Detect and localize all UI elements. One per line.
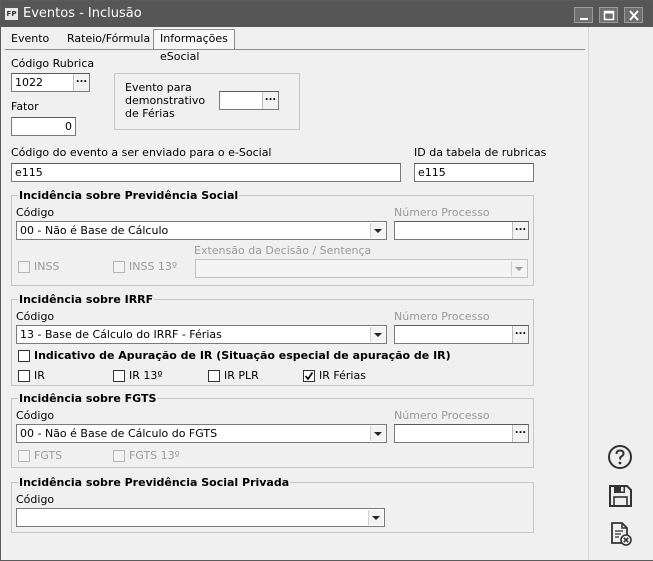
evento-ferias-label-3: de Férias [125, 107, 175, 120]
irrf-codigo-value: 13 - Base de Cálculo do IRRF - Férias [20, 328, 222, 341]
previdencia-title: Incidência sobre Previdência Social [18, 189, 240, 202]
irrf-numero-processo-lookup-button[interactable]: ... [512, 326, 528, 343]
fgts-checkbox[interactable]: FGTS [18, 449, 88, 463]
inss-checkbox[interactable]: INSS [18, 260, 88, 274]
ir-label: IR [34, 369, 45, 382]
evento-ferias-field[interactable]: ... [219, 91, 279, 110]
ir-checkbox[interactable]: IR [18, 369, 78, 383]
previdencia-privada-codigo-label: Código [16, 493, 55, 506]
irferias-checkbox-box[interactable] [303, 370, 315, 382]
codigo-esocial-label: Código do evento a ser enviado para o e-… [11, 146, 272, 159]
tab-informacoes-esocial[interactable]: Informações eSocial [153, 29, 235, 63]
irrf-codigo-label: Código [16, 310, 55, 323]
evento-ferias-lookup-button[interactable]: ... [262, 92, 278, 109]
fgts-codigo-select[interactable]: 00 - Não é Base de Cálculo do FGTS [16, 424, 387, 443]
fgts-numero-processo-field[interactable]: ... [394, 424, 529, 443]
tab-evento[interactable]: Evento [5, 30, 55, 50]
chevron-down-icon[interactable] [370, 223, 385, 238]
inss13-checkbox-box[interactable] [113, 261, 125, 273]
fator-field[interactable]: 0 [11, 117, 76, 136]
window: FP Eventos - Inclusão Evento Rateio/Fórm… [0, 0, 653, 561]
chevron-down-icon[interactable] [368, 510, 383, 525]
app-icon: FP [5, 8, 18, 20]
ir13-checkbox[interactable]: IR 13º [113, 369, 183, 383]
maximize-button[interactable] [599, 7, 618, 23]
inss13-checkbox[interactable]: INSS 13º [113, 260, 193, 274]
previdencia-privada-codigo-select[interactable] [16, 508, 385, 527]
chevron-down-icon[interactable] [370, 426, 385, 441]
chevron-down-icon[interactable] [370, 327, 385, 342]
irferias-label: IR Férias [319, 369, 366, 382]
previdencia-numero-processo-field[interactable]: ... [394, 221, 529, 240]
previdencia-codigo-label: Código [16, 206, 55, 219]
fgts-codigo-label: Código [16, 409, 55, 422]
inss-checkbox-box[interactable] [18, 261, 30, 273]
fgts-title: Incidência sobre FGTS [18, 392, 158, 405]
indicativo-apuracao-checkbox-box[interactable] [18, 350, 30, 362]
ir-checkbox-box[interactable] [18, 370, 30, 382]
fgts-label: FGTS [34, 449, 63, 462]
extensao-decisao-label: Extensão da Decisão / Sentença [194, 244, 372, 257]
irrf-numero-processo-field[interactable]: ... [394, 325, 529, 344]
fgts-numero-processo-label: Número Processo [394, 409, 490, 422]
help-button[interactable] [606, 443, 634, 471]
irrf-numero-processo-label: Número Processo [394, 310, 490, 323]
codigo-rubrica-label: Código Rubrica [11, 57, 95, 70]
inss13-label: INSS 13º [129, 260, 178, 273]
irrf-title: Incidência sobre IRRF [18, 293, 155, 306]
close-button[interactable] [624, 7, 643, 23]
extensao-decisao-select[interactable] [195, 259, 528, 278]
ir13-label: IR 13º [129, 369, 163, 382]
id-tabela-label: ID da tabela de rubricas [414, 146, 547, 159]
codigo-esocial-field[interactable]: e115 [11, 163, 401, 182]
cancel-button[interactable] [606, 520, 634, 548]
irplr-checkbox-box[interactable] [208, 370, 220, 382]
cancel-document-icon [611, 522, 632, 546]
codigo-rubrica-lookup-button[interactable]: ... [73, 74, 89, 91]
irrf-codigo-select[interactable]: 13 - Base de Cálculo do IRRF - Férias [16, 325, 387, 344]
side-panel [588, 27, 653, 560]
irplr-checkbox[interactable]: IR PLR [208, 369, 278, 383]
fgts13-checkbox[interactable]: FGTS 13º [113, 449, 193, 463]
title-bar: FP Eventos - Inclusão [1, 1, 652, 27]
codigo-rubrica-value: 1022 [15, 76, 43, 89]
minimize-button[interactable] [574, 7, 593, 23]
previdencia-codigo-value: 00 - Não é Base de Cálculo [20, 224, 169, 237]
help-icon [608, 445, 632, 469]
window-title: Eventos - Inclusão [23, 6, 142, 21]
evento-ferias-label-1: Evento para [125, 81, 192, 94]
ir13-checkbox-box[interactable] [113, 370, 125, 382]
fgts-codigo-value: 00 - Não é Base de Cálculo do FGTS [20, 427, 218, 440]
checkmark-icon [304, 372, 314, 381]
fator-label: Fator [11, 100, 39, 113]
id-tabela-field[interactable]: e115 [414, 163, 534, 182]
chevron-down-icon[interactable] [511, 261, 526, 276]
previdencia-numero-processo-lookup-button[interactable]: ... [512, 222, 528, 239]
indicativo-apuracao-checkbox[interactable]: Indicativo de Apuração de IR (Situação e… [18, 349, 451, 363]
codigo-rubrica-field[interactable]: 1022 ... [11, 73, 90, 92]
irplr-label: IR PLR [224, 369, 259, 382]
fgts13-checkbox-box[interactable] [113, 450, 125, 462]
tab-rateio-formula[interactable]: Rateio/Fórmula [61, 30, 156, 50]
tab-divider [5, 49, 585, 50]
evento-ferias-label-2: demonstrativo [125, 94, 206, 107]
previdencia-codigo-select[interactable]: 00 - Não é Base de Cálculo [16, 221, 387, 240]
inss-label: INSS [34, 260, 60, 273]
indicativo-apuracao-label: Indicativo de Apuração de IR (Situação e… [34, 349, 451, 362]
fgts13-label: FGTS 13º [129, 449, 180, 462]
fgts-checkbox-box[interactable] [18, 450, 30, 462]
previdencia-privada-title: Incidência sobre Previdência Social Priv… [18, 476, 291, 489]
previdencia-numero-processo-label: Número Processo [394, 206, 490, 219]
fgts-numero-processo-lookup-button[interactable]: ... [512, 425, 528, 442]
save-button[interactable] [606, 482, 634, 510]
irferias-checkbox[interactable]: IR Férias [303, 369, 383, 383]
save-icon [609, 485, 632, 507]
